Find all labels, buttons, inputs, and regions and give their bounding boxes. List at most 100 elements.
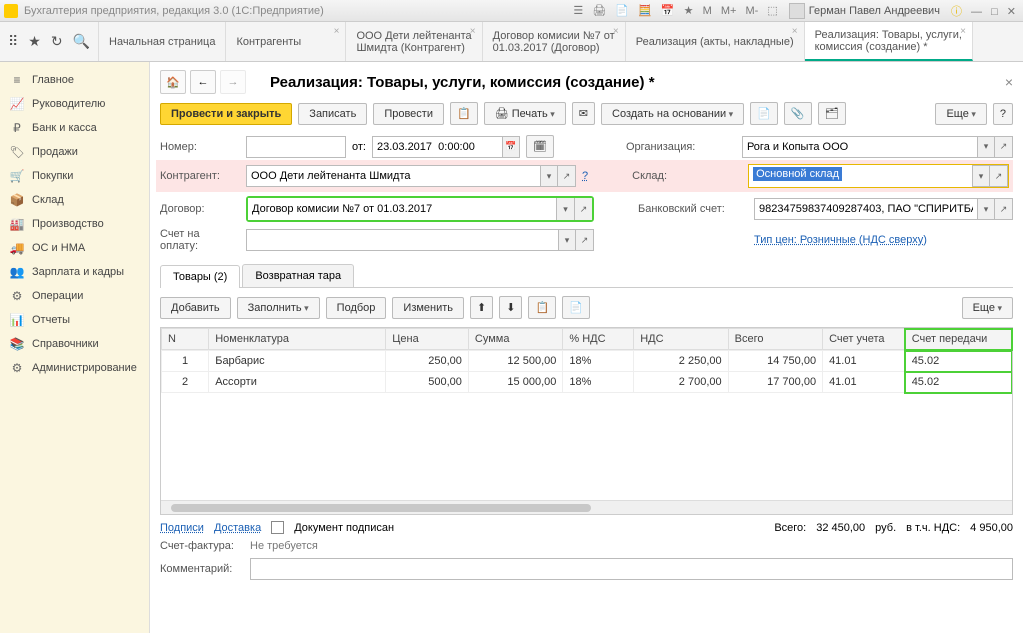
close-icon[interactable]: ✕ (1007, 6, 1016, 18)
tab-tare[interactable]: Возвратная тара (242, 264, 354, 287)
sidebar-item-assets[interactable]: 🚚ОС и НМА (0, 236, 149, 260)
help-icon[interactable]: ⓘ (951, 6, 962, 18)
open-icon[interactable]: ↗ (995, 136, 1013, 158)
help-link[interactable]: ? (582, 170, 588, 182)
delivery-link[interactable]: Доставка (214, 522, 261, 534)
paste-button[interactable]: 📄 (562, 296, 590, 319)
close-icon[interactable]: × (960, 26, 966, 37)
help-button[interactable]: ? (993, 103, 1013, 125)
col-acc[interactable]: Счет учета (823, 329, 906, 350)
move-down-button[interactable]: ⬇ (499, 296, 522, 319)
contragent-input[interactable] (246, 165, 540, 187)
sidebar-item-purchases[interactable]: 🛒Покупки (0, 164, 149, 188)
change-button[interactable]: Изменить (392, 297, 464, 319)
open-icon[interactable]: ↗ (576, 229, 594, 251)
tool-icon[interactable]: M- (746, 5, 759, 17)
print-button[interactable]: 🖨 Печать (484, 102, 566, 125)
col-vat-p[interactable]: % НДС (563, 329, 634, 350)
sidebar-item-production[interactable]: 🏭Производство (0, 212, 149, 236)
sidebar-item-bank[interactable]: ₽Банк и касса (0, 116, 149, 140)
select-button[interactable]: Подбор (326, 297, 387, 319)
tab-contragents[interactable]: ×Контрагенты (226, 22, 346, 61)
forward-button[interactable]: → (220, 70, 246, 94)
col-n[interactable]: N (162, 329, 209, 350)
tool-button[interactable]: 🗂 (818, 102, 846, 125)
contract-input[interactable] (248, 198, 556, 220)
comment-input[interactable] (250, 558, 1013, 580)
tab-realization-create[interactable]: ×Реализация: Товары, услуги,комиссия (со… (805, 22, 973, 61)
tool-button[interactable]: 🗓 (526, 135, 554, 158)
apps-icon[interactable]: ⠿ (8, 33, 18, 50)
sidebar-item-sales[interactable]: 🏷Продажи (0, 140, 149, 164)
sidebar-item-operations[interactable]: ⚙Операции (0, 284, 149, 308)
number-input[interactable] (246, 136, 346, 158)
more-button[interactable]: Еще (935, 103, 986, 125)
col-vat[interactable]: НДС (634, 329, 728, 350)
col-price[interactable]: Цена (386, 329, 469, 350)
tool-icon[interactable]: M (703, 5, 712, 17)
price-type-link[interactable]: Тип цен: Розничные (НДС сверху) (754, 234, 927, 246)
move-up-button[interactable]: ⬆ (470, 296, 493, 319)
col-name[interactable]: Номенклатура (209, 329, 386, 350)
sidebar-item-main[interactable]: ≡Главное (0, 68, 149, 92)
create-based-button[interactable]: Создать на основании (601, 103, 744, 125)
sign-link[interactable]: Подписи (160, 522, 204, 534)
close-icon[interactable]: × (1005, 74, 1013, 90)
close-icon[interactable]: × (613, 26, 619, 37)
close-icon[interactable]: × (470, 26, 476, 37)
user-block[interactable]: Герман Павел Андреевич (789, 3, 940, 19)
bank-input[interactable] (754, 198, 977, 220)
maximize-icon[interactable]: □ (991, 6, 998, 18)
sidebar-item-salary[interactable]: 👥Зарплата и кадры (0, 260, 149, 284)
minimize-icon[interactable]: — (971, 6, 982, 18)
dropdown-icon[interactable]: ▾ (972, 165, 990, 187)
tool-icon[interactable]: 🖨 (592, 5, 606, 17)
star-icon[interactable]: ★ (28, 33, 41, 50)
sidebar-item-warehouse[interactable]: 📦Склад (0, 188, 149, 212)
tool-button[interactable]: 📄 (750, 102, 778, 125)
sidebar-item-admin[interactable]: ⚙Администрирование (0, 356, 149, 380)
tool-icon[interactable]: ⬚ (767, 5, 777, 17)
warehouse-input[interactable]: Основной склад (749, 165, 972, 187)
save-button[interactable]: Записать (298, 103, 367, 125)
close-icon[interactable]: × (334, 26, 340, 37)
dropdown-icon[interactable]: ▾ (977, 136, 995, 158)
more-button[interactable]: Еще (962, 297, 1013, 319)
tab-realizations[interactable]: ×Реализация (акты, накладные) (626, 22, 805, 61)
post-and-close-button[interactable]: Провести и закрыть (160, 103, 292, 125)
tool-icon[interactable]: 📄 (615, 5, 629, 17)
dt-icon-button[interactable]: 📋 (450, 102, 478, 125)
tab-goods[interactable]: Товары (2) (160, 265, 240, 288)
date-input[interactable] (372, 136, 502, 158)
tab-contract[interactable]: ×Договор комисии №7 от01.03.2017 (Догово… (483, 22, 626, 61)
h-scrollbar[interactable] (161, 500, 1012, 514)
close-icon[interactable]: × (792, 26, 798, 37)
tool-icon[interactable]: 🧮 (638, 5, 652, 17)
dropdown-icon[interactable]: ▾ (540, 165, 558, 187)
tab-contragent-card[interactable]: ×ООО Дети лейтенантаШмидта (Контрагент) (346, 22, 482, 61)
fill-button[interactable]: Заполнить (237, 297, 320, 319)
home-button[interactable]: 🏠 (160, 70, 186, 94)
open-icon[interactable]: ↗ (995, 198, 1013, 220)
tab-start[interactable]: Начальная страница (99, 22, 226, 61)
col-total[interactable]: Всего (728, 329, 822, 350)
mail-button[interactable]: ✉ (572, 102, 595, 125)
doc-signed-checkbox[interactable] (271, 521, 284, 534)
col-acc2[interactable]: Счет передачи (905, 329, 1011, 350)
tool-icon[interactable]: ★ (684, 5, 694, 17)
sidebar-item-catalogs[interactable]: 📚Справочники (0, 332, 149, 356)
tool-icon[interactable]: ☰ (573, 5, 583, 17)
back-button[interactable]: ← (190, 70, 216, 94)
add-button[interactable]: Добавить (160, 297, 231, 319)
open-icon[interactable]: ↗ (574, 198, 592, 220)
col-sum[interactable]: Сумма (468, 329, 562, 350)
dropdown-icon[interactable]: ▾ (556, 198, 574, 220)
open-icon[interactable]: ↗ (990, 165, 1008, 187)
table-row[interactable]: 1 Барбарис 250,00 12 500,00 18% 2 250,00… (162, 351, 1012, 372)
org-input[interactable] (742, 136, 977, 158)
history-icon[interactable]: ↻ (51, 33, 63, 50)
attach-button[interactable]: 📎 (784, 102, 812, 125)
sidebar-item-reports[interactable]: 📊Отчеты (0, 308, 149, 332)
tool-icon[interactable]: M+ (721, 5, 737, 17)
dropdown-icon[interactable]: ▾ (558, 229, 576, 251)
